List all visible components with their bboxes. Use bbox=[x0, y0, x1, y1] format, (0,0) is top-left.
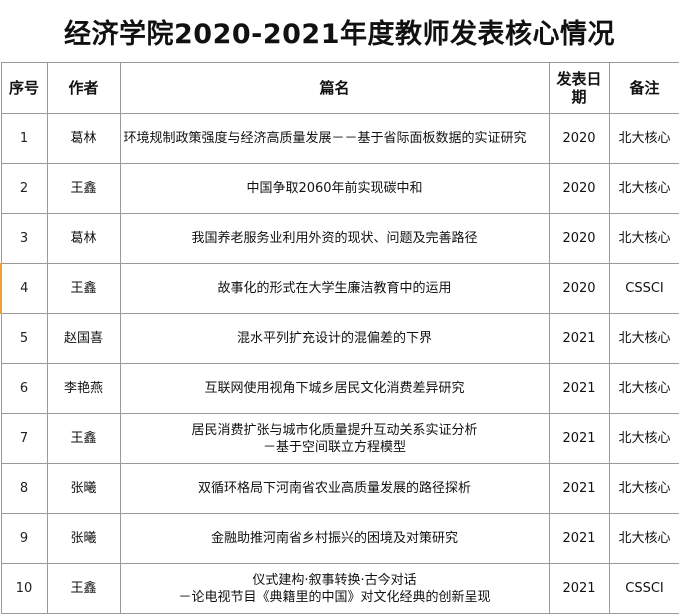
column-header-note: 备注 bbox=[608, 62, 679, 114]
row-number: 6 bbox=[0, 363, 48, 414]
row-number: 9 bbox=[0, 513, 48, 564]
row-year: 2021 bbox=[548, 563, 610, 614]
row-title: 互联网使用视角下城乡居民文化消费差异研究 bbox=[119, 363, 550, 414]
row-year: 2020 bbox=[548, 113, 610, 164]
row-author: 王鑫 bbox=[46, 163, 121, 214]
row-year: 2021 bbox=[548, 413, 610, 464]
row-author: 张曦 bbox=[46, 463, 121, 514]
column-header-author: 作者 bbox=[46, 62, 121, 114]
row-year: 2020 bbox=[548, 263, 610, 314]
table-row: 1 葛林 环境规制政策强度与经济高质量发展－－基于省际面板数据的实证研究 202… bbox=[0, 113, 679, 164]
column-header-title: 篇名 bbox=[119, 62, 550, 114]
column-header-date: 发表日期 bbox=[548, 62, 610, 114]
row-title: 仪式建构·叙事转换·古今对话 －论电视节目《典籍里的中国》对文化经典的创新呈现 bbox=[119, 563, 550, 614]
row-number: 5 bbox=[0, 313, 48, 364]
row-number: 2 bbox=[0, 163, 48, 214]
row-year: 2020 bbox=[548, 163, 610, 214]
table-row: 2 王鑫 中国争取2060年前实现碳中和 2020 北大核心 bbox=[0, 163, 679, 214]
row-note: 北大核心 bbox=[608, 163, 679, 214]
row-author: 葛林 bbox=[46, 113, 121, 164]
row-author: 王鑫 bbox=[46, 563, 121, 614]
row-year: 2021 bbox=[548, 513, 610, 564]
table-row: 8 张曦 双循环格局下河南省农业高质量发展的路径探析 2021 北大核心 bbox=[0, 463, 679, 514]
row-note: CSSCI bbox=[608, 263, 679, 314]
row-number: 1 bbox=[0, 113, 48, 164]
row-author: 王鑫 bbox=[46, 263, 121, 314]
row-author: 王鑫 bbox=[46, 413, 121, 464]
row-number: 10 bbox=[0, 563, 48, 614]
row-note: 北大核心 bbox=[608, 113, 679, 164]
table-row: 3 葛林 我国养老服务业利用外资的现状、问题及完善路径 2020 北大核心 bbox=[0, 213, 679, 264]
row-note: 北大核心 bbox=[608, 213, 679, 264]
row-title: 双循环格局下河南省农业高质量发展的路径探析 bbox=[119, 463, 550, 514]
row-author: 张曦 bbox=[46, 513, 121, 564]
row-title: 故事化的形式在大学生廉洁教育中的运用 bbox=[119, 263, 550, 314]
row-year: 2021 bbox=[548, 363, 610, 414]
table-header-row: 序号 作者 篇名 发表日期 备注 bbox=[0, 62, 679, 114]
row-note: CSSCI bbox=[608, 563, 679, 614]
row-title: 中国争取2060年前实现碳中和 bbox=[119, 163, 550, 214]
table-row: 4 王鑫 故事化的形式在大学生廉洁教育中的运用 2020 CSSCI bbox=[0, 263, 679, 314]
column-header-no: 序号 bbox=[0, 62, 48, 114]
row-note: 北大核心 bbox=[608, 313, 679, 364]
row-author: 赵国喜 bbox=[46, 313, 121, 364]
table-row: 9 张曦 金融助推河南省乡村振兴的困境及对策研究 2021 北大核心 bbox=[0, 513, 679, 564]
row-year: 2021 bbox=[548, 313, 610, 364]
row-title: 环境规制政策强度与经济高质量发展－－基于省际面板数据的实证研究 bbox=[119, 113, 550, 164]
row-title: 我国养老服务业利用外资的现状、问题及完善路径 bbox=[119, 213, 550, 264]
row-note: 北大核心 bbox=[608, 413, 679, 464]
row-number: 7 bbox=[0, 413, 48, 464]
publications-table: 序号 作者 篇名 发表日期 备注 1 葛林 环境规制政策强度与经济高质量发展－－… bbox=[0, 62, 679, 614]
row-title: 混水平列扩充设计的混偏差的下界 bbox=[119, 313, 550, 364]
table-row: 10 王鑫 仪式建构·叙事转换·古今对话 －论电视节目《典籍里的中国》对文化经典… bbox=[0, 563, 679, 614]
row-number: 8 bbox=[0, 463, 48, 514]
row-year: 2020 bbox=[548, 213, 610, 264]
row-title: 居民消费扩张与城市化质量提升互动关系实证分析 －基于空间联立方程模型 bbox=[119, 413, 550, 464]
page-title: 经济学院2020-2021年度教师发表核心情况 bbox=[64, 18, 615, 50]
row-year: 2021 bbox=[548, 463, 610, 514]
table-row: 6 李艳燕 互联网使用视角下城乡居民文化消费差异研究 2021 北大核心 bbox=[0, 363, 679, 414]
row-number: 4 bbox=[0, 263, 48, 314]
row-note: 北大核心 bbox=[608, 463, 679, 514]
row-author: 李艳燕 bbox=[46, 363, 121, 414]
table-row: 7 王鑫 居民消费扩张与城市化质量提升互动关系实证分析 －基于空间联立方程模型 … bbox=[0, 413, 679, 464]
table-row: 5 赵国喜 混水平列扩充设计的混偏差的下界 2021 北大核心 bbox=[0, 313, 679, 364]
row-note: 北大核心 bbox=[608, 513, 679, 564]
row-author: 葛林 bbox=[46, 213, 121, 264]
row-note: 北大核心 bbox=[608, 363, 679, 414]
row-number: 3 bbox=[0, 213, 48, 264]
row-title: 金融助推河南省乡村振兴的困境及对策研究 bbox=[119, 513, 550, 564]
